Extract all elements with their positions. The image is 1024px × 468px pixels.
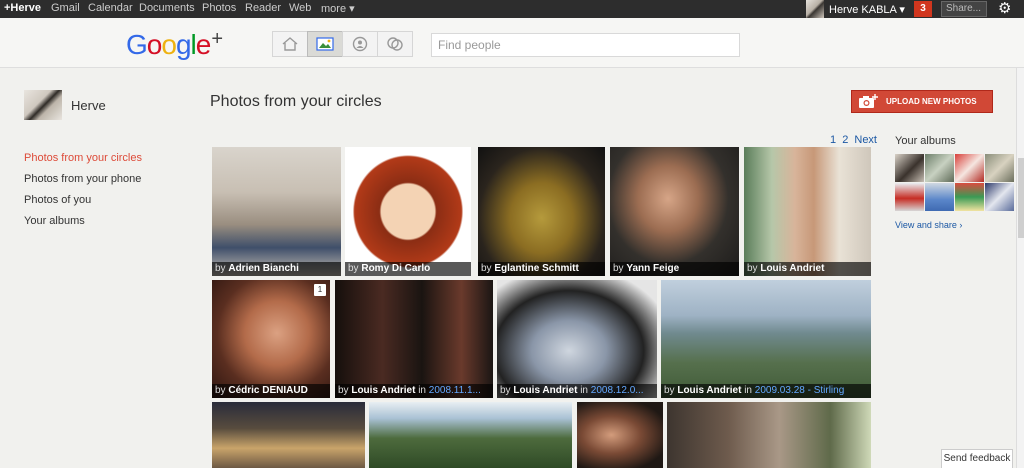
nav-link-calendar[interactable]: Calendar <box>88 2 133 14</box>
nav-link-photos[interactable]: Photos <box>202 2 236 14</box>
album-thumbnail[interactable] <box>955 183 984 211</box>
view-and-share-link[interactable]: View and share › <box>895 220 962 230</box>
notification-count[interactable]: 3 <box>914 1 932 17</box>
photo-tile[interactable]: by Eglantine Schmitt <box>478 147 605 276</box>
album-thumbnail[interactable] <box>895 154 924 182</box>
profile-name: Herve <box>71 97 106 113</box>
album-thumbnail[interactable] <box>985 183 1014 211</box>
home-icon[interactable] <box>272 31 308 57</box>
profile-link[interactable]: Herve <box>24 90 106 120</box>
photo-caption: by Adrien Bianchi <box>212 262 341 276</box>
upload-label: UPLOAD NEW PHOTOS <box>886 97 977 106</box>
photo-tile[interactable]: by Romy Di Carlo <box>345 147 471 276</box>
photo-tile[interactable] <box>369 402 572 468</box>
nav-link-more[interactable]: more ▾ <box>321 2 355 15</box>
album-thumbnail[interactable] <box>985 154 1014 182</box>
album-thumbnail[interactable] <box>925 183 954 211</box>
pager: 1 2 Next <box>830 134 880 146</box>
photo-tile[interactable]: by Louis Andriet in 2009.03.28 - Stirlin… <box>661 280 871 398</box>
album-thumbnail[interactable] <box>925 154 954 182</box>
album-link[interactable]: 2008.11.1... <box>429 385 481 396</box>
camera-plus-icon <box>858 94 878 109</box>
album-link[interactable]: 2008.12.0... <box>591 385 644 396</box>
user-avatar <box>806 0 824 18</box>
photo-caption: by Louis Andriet <box>744 262 871 276</box>
next-page-link[interactable]: Next <box>854 134 877 146</box>
photos-nav: Photos from your circles Photos from you… <box>24 152 142 236</box>
photo-tile[interactable] <box>212 402 365 468</box>
gear-icon[interactable]: ⚙ <box>998 0 1011 17</box>
circles-icon[interactable] <box>377 31 413 57</box>
photo-caption: by Cédric DENIAUD <box>212 384 330 398</box>
photo-tile[interactable]: by Louis Andriet in 2008.12.0... <box>497 280 657 398</box>
photos-icon[interactable] <box>307 31 343 57</box>
nav-link-documents[interactable]: Documents <box>139 2 195 14</box>
photo-caption: by Romy Di Carlo <box>345 262 471 276</box>
album-thumbnail[interactable] <box>895 183 924 211</box>
photo-tile[interactable] <box>667 402 871 468</box>
nav-photos-from-circles[interactable]: Photos from your circles <box>24 152 142 173</box>
album-thumbnail[interactable] <box>955 154 984 182</box>
album-link[interactable]: 2009.03.28 - Stirling <box>755 385 845 396</box>
user-name: Herve KABLA ▾ <box>829 3 905 16</box>
stream-mode-buttons <box>272 31 413 57</box>
comment-count: 1 <box>314 284 326 296</box>
photo-caption: by Louis Andriet in 2008.12.0... <box>497 384 657 398</box>
photo-tile[interactable]: 1 by Cédric DENIAUD <box>212 280 330 398</box>
photo-tile[interactable]: by Yann Feige <box>610 147 739 276</box>
nav-link-gmail[interactable]: Gmail <box>51 2 80 14</box>
page-1-link[interactable]: 1 <box>830 134 836 146</box>
avatar <box>24 90 62 120</box>
search-input[interactable]: Find people <box>431 33 740 57</box>
scrollbar-thumb[interactable] <box>1018 158 1024 238</box>
nav-link-plus-herve[interactable]: +Herve <box>4 2 41 14</box>
header: Google+ Find people <box>0 18 1024 68</box>
your-albums-title: Your albums <box>895 135 956 147</box>
nav-photos-of-you[interactable]: Photos of you <box>24 194 142 215</box>
photo-tile[interactable] <box>577 402 663 468</box>
nav-your-albums[interactable]: Your albums <box>24 215 142 236</box>
photo-caption: by Louis Andriet in 2008.11.1... <box>335 384 493 398</box>
photo-caption: by Eglantine Schmitt <box>478 262 605 276</box>
nav-link-reader[interactable]: Reader <box>245 2 281 14</box>
page-2-link[interactable]: 2 <box>842 134 848 146</box>
profile-icon[interactable] <box>342 31 378 57</box>
top-bar: +Herve Gmail Calendar Documents Photos R… <box>0 0 1024 18</box>
send-feedback-button[interactable]: Send feedback <box>941 449 1013 468</box>
photo-tile[interactable]: by Adrien Bianchi <box>212 147 341 276</box>
photo-caption: by Yann Feige <box>610 262 739 276</box>
album-thumbnails <box>895 154 1014 211</box>
account-menu[interactable]: Herve KABLA ▾ <box>806 0 905 18</box>
nav-photos-from-phone[interactable]: Photos from your phone <box>24 173 142 194</box>
google-plus-logo[interactable]: Google+ <box>126 28 223 61</box>
share-button[interactable]: Share... <box>941 1 987 17</box>
upload-new-photos-button[interactable]: UPLOAD NEW PHOTOS <box>851 90 993 113</box>
photo-tile[interactable]: by Louis Andriet in 2008.11.1... <box>335 280 493 398</box>
photo-caption: by Louis Andriet in 2009.03.28 - Stirlin… <box>661 384 871 398</box>
nav-link-web[interactable]: Web <box>289 2 311 14</box>
photo-tile[interactable]: by Louis Andriet <box>744 147 871 276</box>
page-title: Photos from your circles <box>210 93 382 110</box>
page-scrollbar[interactable] <box>1016 68 1024 468</box>
